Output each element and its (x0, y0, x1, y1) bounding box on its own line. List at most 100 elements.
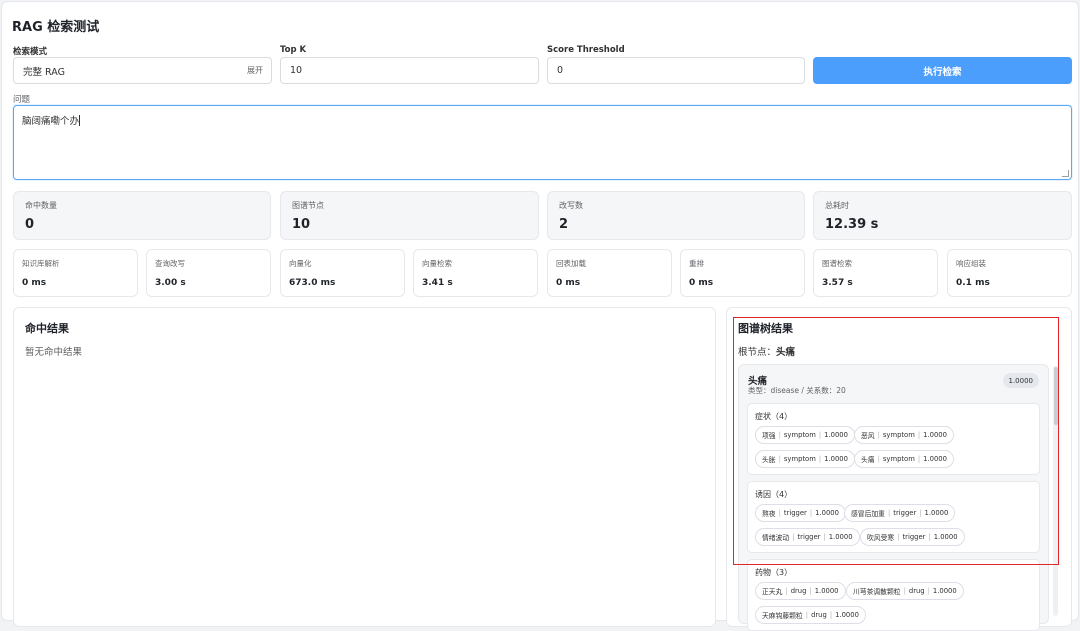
chip-score: 1.0000 (933, 533, 958, 541)
chip-name: 熬夜 (762, 510, 776, 518)
relation-chip[interactable]: 熬夜 | trigger | 1.0000 (755, 504, 846, 522)
stat-graph-nodes: 图谱节点 10 (280, 191, 539, 240)
timing-card: 回表加载 0 ms (547, 249, 672, 297)
stat-value: 0 (25, 217, 35, 232)
timing-card: 向量检索 3.41 s (413, 249, 538, 297)
chip-name: 头痛 (861, 456, 875, 464)
chip-name: 正天丸 (762, 588, 783, 596)
timing-value: 0 ms (556, 278, 581, 288)
chip-name: 感冒后加重 (851, 510, 885, 518)
timing-label: 查询改写 (155, 259, 185, 268)
stat-rewrite-count: 改写数 2 (547, 191, 805, 240)
stat-label: 总耗时 (825, 201, 849, 210)
resize-handle-icon[interactable] (1062, 170, 1069, 177)
mode-label: 检索模式 (13, 47, 48, 57)
chip-name: 吹风受寒 (867, 534, 895, 542)
timing-label: 回表加载 (556, 259, 586, 268)
chip-score: 1.0000 (924, 509, 949, 517)
chip-name: 情绪波动 (762, 534, 790, 542)
stat-label: 改写数 (559, 201, 583, 210)
mode-value: 完整 RAG (23, 66, 65, 78)
chip-name: 川芎茶调散颗粒 (853, 588, 901, 596)
chip-name: 恶风 (861, 432, 875, 440)
relation-group-title: 症状（4） (755, 412, 793, 421)
timing-card: 知识库解析 0 ms (13, 249, 138, 297)
threshold-input[interactable]: 0 (547, 57, 805, 84)
chip-type: trigger (797, 533, 821, 541)
chip-type: symptom (783, 455, 816, 463)
chip-score: 1.0000 (923, 455, 947, 463)
graph-root-value: 头痛 (776, 347, 796, 358)
page-title: RAG 检索测试 (12, 20, 100, 35)
stat-value: 10 (292, 217, 311, 232)
relation-chip[interactable]: 感冒后加重 | trigger | 1.0000 (844, 504, 956, 522)
chip-type: drug (908, 587, 925, 595)
relation-chip[interactable]: 正天丸 | drug | 1.0000 (755, 582, 846, 600)
topk-label: Top K (280, 45, 307, 55)
relation-chip[interactable]: 头痛 | symptom | 1.0000 (854, 450, 954, 468)
relation-chip[interactable]: 头胀 | symptom | 1.0000 (755, 450, 855, 468)
chip-type: trigger (902, 533, 926, 541)
timing-label: 向量检索 (422, 259, 452, 268)
relation-chip[interactable]: 川芎茶调散颗粒 | drug | 1.0000 (846, 582, 964, 600)
chip-name: 头胀 (762, 456, 776, 464)
stat-value: 2 (559, 217, 569, 232)
relation-chip[interactable]: 天麻钩藤颗粒 | drug | 1.0000 (755, 606, 866, 624)
execute-search-button[interactable]: 执行检索 (813, 57, 1072, 84)
relation-group-title: 诱因（4） (755, 490, 793, 499)
timing-value: 0 ms (22, 278, 47, 288)
question-label: 问题 (13, 95, 31, 105)
relation-group-title: 药物（3） (755, 568, 793, 577)
timing-value: 673.0 ms (289, 278, 336, 288)
chip-score: 1.0000 (932, 587, 957, 595)
relation-chip[interactable]: 吹风受寒 | trigger | 1.0000 (860, 528, 965, 546)
graph-root: 根节点：头痛 (738, 344, 795, 358)
stat-total-time: 总耗时 12.39 s (813, 191, 1072, 240)
hit-results-title: 命中结果 (25, 322, 69, 335)
relation-chip[interactable]: 情绪波动 | trigger | 1.0000 (755, 528, 860, 546)
timing-label: 响应组装 (956, 259, 986, 268)
graph-node-score: 1.0000 (1002, 373, 1039, 388)
topk-value: 10 (290, 65, 303, 76)
relation-chip[interactable]: 恶风 | symptom | 1.0000 (854, 426, 954, 444)
timing-card: 图谱检索 3.57 s (813, 249, 938, 297)
chip-score: 1.0000 (815, 509, 839, 517)
threshold-label: Score Threshold (547, 45, 625, 55)
timing-card: 响应组装 0.1 ms (947, 249, 1072, 297)
hit-results-panel (13, 307, 716, 627)
graph-scrollbar-thumb[interactable] (1054, 367, 1058, 425)
chip-score: 1.0000 (824, 431, 848, 439)
chip-type: symptom (882, 431, 915, 439)
chip-type: trigger (783, 509, 807, 517)
timing-value: 3.00 s (155, 278, 186, 288)
chip-score: 1.0000 (923, 431, 947, 439)
stat-value: 12.39 s (825, 217, 879, 232)
chip-score: 1.0000 (828, 533, 853, 541)
timing-value: 0.1 ms (956, 278, 990, 288)
relation-chip[interactable]: 项强 | symptom | 1.0000 (755, 426, 855, 444)
mode-select[interactable]: 完整 RAG 展开 (13, 57, 272, 84)
graph-node-meta: 类型：disease / 关系数：20 (748, 386, 846, 395)
chip-score: 1.0000 (835, 611, 859, 619)
stat-label: 命中数量 (25, 201, 57, 210)
timing-label: 知识库解析 (22, 259, 60, 268)
timing-label: 向量化 (289, 259, 312, 268)
timing-card: 重排 0 ms (680, 249, 805, 297)
question-textarea[interactable]: 脑阔痛嘞个办 (13, 105, 1072, 180)
hit-results-empty: 暂无命中结果 (25, 347, 83, 358)
chip-name: 项强 (762, 432, 776, 440)
timing-value: 3.41 s (422, 278, 453, 288)
chip-score: 1.0000 (824, 455, 848, 463)
timing-label: 图谱检索 (822, 259, 852, 268)
stat-hit-count: 命中数量 0 (13, 191, 271, 240)
graph-tree-title: 图谱树结果 (738, 322, 793, 335)
chip-score: 1.0000 (814, 587, 839, 595)
mode-expand-button[interactable]: 展开 (247, 65, 263, 76)
timing-card: 查询改写 3.00 s (146, 249, 271, 297)
graph-root-label: 根节点： (738, 347, 777, 358)
text-caret (79, 115, 81, 126)
topk-input[interactable]: 10 (280, 57, 539, 84)
chip-type: trigger (893, 509, 917, 517)
timing-card: 向量化 673.0 ms (280, 249, 405, 297)
threshold-value: 0 (557, 65, 564, 76)
